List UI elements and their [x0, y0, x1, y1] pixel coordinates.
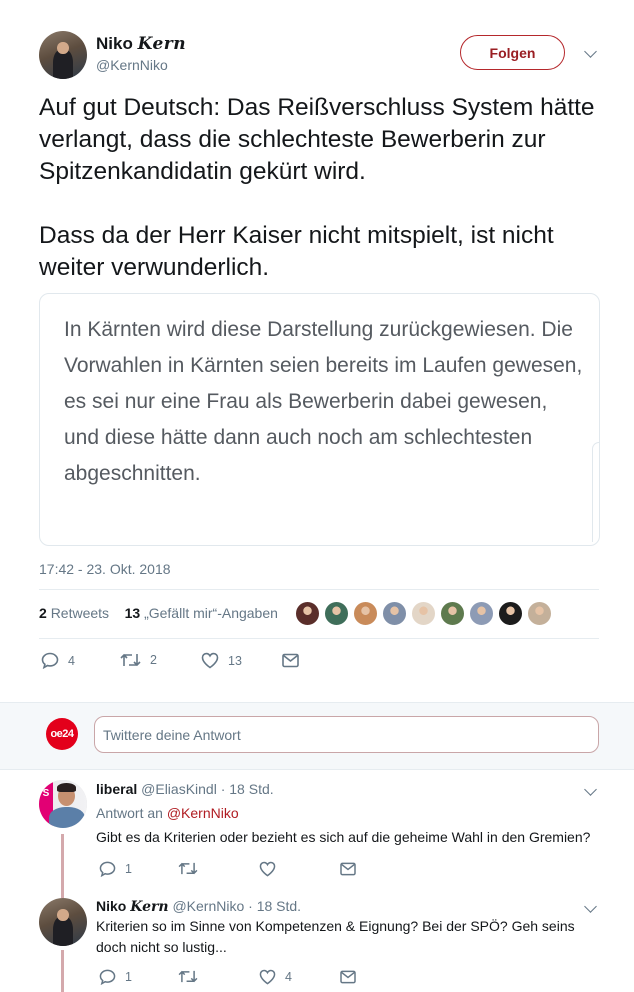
like-icon: [259, 861, 276, 877]
reply-avatar[interactable]: S: [39, 780, 87, 828]
reply-text: Gibt es da Kriterien oder bezieht es sic…: [96, 829, 591, 845]
liker-avatar[interactable]: [411, 601, 436, 626]
liker-avatar[interactable]: [527, 601, 552, 626]
retweet-icon: [178, 970, 198, 983]
retweet-count: 2: [150, 653, 157, 667]
like-action[interactable]: 13: [201, 652, 242, 669]
reply-text: Kriterien so im Sinne von Kompetenzen & …: [96, 918, 575, 955]
reply-author-handle: @KernNiko: [172, 898, 245, 914]
retweet-icon: [120, 653, 141, 667]
author-avatar[interactable]: [39, 31, 87, 79]
like-count: 13: [228, 653, 242, 668]
retweets-stat[interactable]: 2 Retweets: [39, 605, 109, 621]
thread-line: [61, 834, 64, 898]
engagement-stats: 2 Retweets 13 „Gefällt mir“-Angaben: [39, 605, 278, 621]
like-icon: [201, 652, 219, 669]
dm-icon: [340, 862, 356, 876]
author-last-name: Kern: [137, 34, 187, 54]
dm-icon: [282, 653, 299, 668]
like-action[interactable]: 4: [259, 969, 292, 985]
reply-header[interactable]: liberal @EliasKindl · 18 Std.: [96, 781, 274, 797]
attached-image-text: In Kärnten wird diese Darstellung zurück…: [64, 318, 583, 485]
retweet-icon: [178, 862, 198, 875]
liker-avatar[interactable]: [353, 601, 378, 626]
reply-icon: [99, 861, 116, 877]
tweet-timestamp[interactable]: 17:42 - 23. Okt. 2018: [39, 561, 171, 577]
reply-time: · 18 Std.: [220, 781, 274, 797]
reply-to-line: Antwort an @KernNiko: [96, 805, 239, 821]
liker-avatar[interactable]: [498, 601, 523, 626]
attached-image[interactable]: In Kärnten wird diese Darstellung zurück…: [39, 293, 600, 546]
thread-line: [61, 950, 64, 992]
reply-count: 4: [68, 653, 75, 668]
reply-avatar[interactable]: [39, 898, 87, 946]
reply-time: · 18 Std.: [248, 898, 302, 914]
chevron-down-icon[interactable]: [584, 900, 597, 913]
reply-action[interactable]: 1: [99, 969, 132, 985]
reply-to-handle[interactable]: @KernNiko: [167, 805, 239, 821]
chevron-down-icon[interactable]: [584, 783, 597, 796]
reply-count: 1: [125, 862, 132, 876]
user-avatar-logo: oe24: [46, 718, 78, 750]
liker-avatar[interactable]: [382, 601, 407, 626]
reply-author-last-name: Kern: [130, 899, 169, 915]
dm-action[interactable]: [282, 653, 299, 668]
author-first-name: Niko: [96, 34, 133, 53]
reply-icon: [41, 652, 59, 669]
reply-icon: [99, 969, 116, 985]
retweet-action[interactable]: [178, 969, 198, 984]
dm-icon: [340, 970, 356, 984]
liker-avatar[interactable]: [440, 601, 465, 626]
reply-header[interactable]: Niko Kern @KernNiko · 18 Std.: [96, 898, 301, 915]
retweet-action[interactable]: [178, 861, 198, 876]
liker-avatar[interactable]: [324, 601, 349, 626]
reply-input[interactable]: Twittere deine Antwort: [94, 716, 599, 753]
like-action[interactable]: [259, 861, 276, 877]
retweet-action[interactable]: 2: [120, 652, 157, 668]
dm-action[interactable]: [340, 970, 356, 984]
divider: [39, 638, 599, 639]
liker-avatar[interactable]: [295, 601, 320, 626]
reply-action[interactable]: 1: [99, 861, 132, 877]
likes-stat[interactable]: 13 „Gefällt mir“-Angaben: [125, 605, 278, 621]
follow-button[interactable]: Folgen: [460, 35, 565, 70]
liker-avatars: [295, 601, 556, 626]
reply-author-handle: @EliasKindl: [141, 781, 217, 797]
like-count: 4: [285, 970, 292, 984]
reply-author-name: Niko: [96, 898, 127, 914]
like-icon: [259, 969, 276, 985]
tweet-text: Auf gut Deutsch: Das Reißverschluss Syst…: [39, 94, 595, 281]
liker-avatar[interactable]: [469, 601, 494, 626]
chevron-down-icon[interactable]: [584, 45, 597, 58]
divider: [39, 589, 599, 590]
author-handle[interactable]: @KernNiko: [96, 57, 168, 73]
reply-count: 1: [125, 970, 132, 984]
author-name[interactable]: Niko Kern: [96, 34, 186, 54]
reply-action[interactable]: 4: [41, 652, 75, 669]
reply-author-name: liberal: [96, 781, 138, 797]
dm-action[interactable]: [340, 862, 356, 876]
image-edge-decoration: [592, 442, 599, 542]
